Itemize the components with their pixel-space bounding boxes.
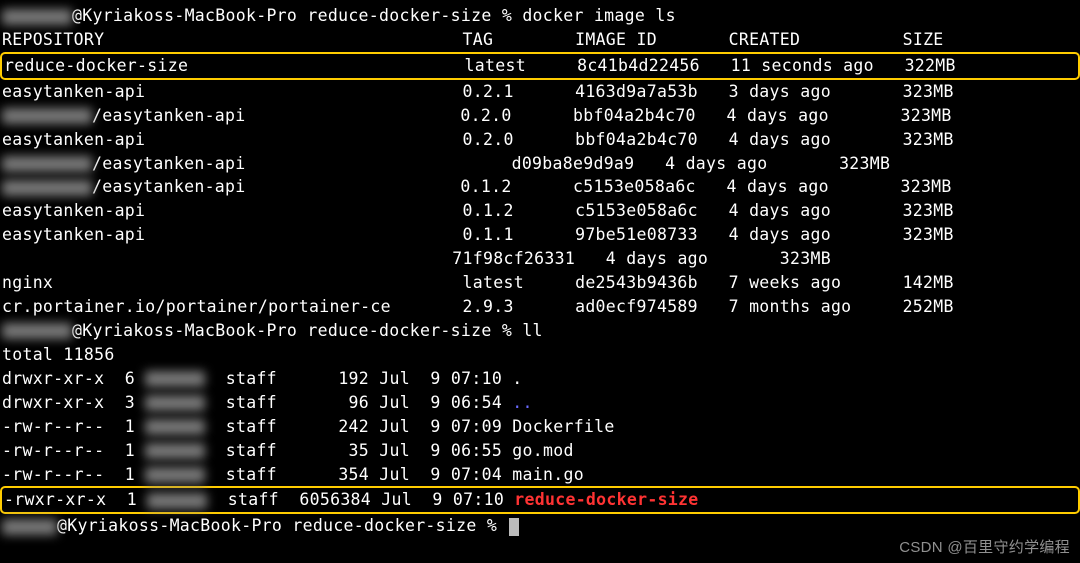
prompt-sep: % xyxy=(487,516,497,535)
table-row: easytanken-api 0.2.0 bbf04a2b4c70 4 days… xyxy=(0,128,1080,152)
command-text: docker image ls xyxy=(522,6,676,25)
prompt-line-3: @Kyriakoss-MacBook-Pro reduce-docker-siz… xyxy=(0,514,1080,538)
table-row: easytanken-api 0.1.2 c5153e058a6c 4 days… xyxy=(0,199,1080,223)
table-row: cr.portainer.io/portainer/portainer-ce 2… xyxy=(0,295,1080,319)
table-row: /easytanken-api d09ba8e9d9a9 4 days ago … xyxy=(0,152,1080,176)
prompt-dir: reduce-docker-size xyxy=(307,6,491,25)
list-item: drwxr-xr-x 6 staff 192 Jul 9 07:10 . xyxy=(0,367,1080,391)
col-tag: TAG xyxy=(463,30,494,49)
prompt-sep: % xyxy=(502,321,512,340)
col-repository: REPOSITORY xyxy=(2,30,104,49)
list-item: drwxr-xr-x 3 staff 96 Jul 9 06:54 .. xyxy=(0,391,1080,415)
prompt-dir: reduce-docker-size xyxy=(307,321,491,340)
table-row: reduce-docker-size latest 8c41b4d22456 1… xyxy=(0,52,1080,80)
table-row: /easytanken-api 0.1.2 c5153e058a6c 4 day… xyxy=(0,175,1080,199)
prompt-dir: reduce-docker-size xyxy=(292,516,476,535)
table-row: easytanken-api 0.1.1 97be51e08733 4 days… xyxy=(0,223,1080,247)
table-row: nginx latest de2543b9436b 7 weeks ago 14… xyxy=(0,271,1080,295)
col-created: CREATED xyxy=(729,30,801,49)
prompt-sep: % xyxy=(502,6,512,25)
col-size: SIZE xyxy=(903,30,944,49)
terminal-output: @Kyriakoss-MacBook-Pro reduce-docker-siz… xyxy=(0,4,1080,538)
prompt-host: @Kyriakoss-MacBook-Pro xyxy=(57,516,282,535)
prompt-line-2: @Kyriakoss-MacBook-Pro reduce-docker-siz… xyxy=(0,319,1080,343)
command-text: ll xyxy=(522,321,542,340)
col-imageid: IMAGE ID xyxy=(575,30,657,49)
table-row: 71f98cf26331 4 days ago 323MB xyxy=(0,247,1080,271)
watermark: CSDN @百里守约学编程 xyxy=(899,537,1070,559)
prompt-host: @Kyriakoss-MacBook-Pro xyxy=(72,321,297,340)
list-item: -rw-r--r-- 1 staff 242 Jul 9 07:09 Docke… xyxy=(0,415,1080,439)
cursor[interactable] xyxy=(509,518,519,536)
prompt-host: @Kyriakoss-MacBook-Pro xyxy=(72,6,297,25)
table-row: easytanken-api 0.2.1 4163d9a7a53b 3 days… xyxy=(0,80,1080,104)
total-line: total 11856 xyxy=(0,343,1080,367)
list-item: -rw-r--r-- 1 staff 354 Jul 9 07:04 main.… xyxy=(0,463,1080,487)
list-item: -rw-r--r-- 1 staff 35 Jul 9 06:55 go.mod xyxy=(0,439,1080,463)
table-header: REPOSITORY TAG IMAGE ID CREATED SIZE xyxy=(0,28,1080,52)
list-item: -rwxr-xr-x 1 staff 6056384 Jul 9 07:10 r… xyxy=(0,486,1080,514)
prompt-line-1: @Kyriakoss-MacBook-Pro reduce-docker-siz… xyxy=(0,4,1080,28)
table-row: /easytanken-api 0.2.0 bbf04a2b4c70 4 day… xyxy=(0,104,1080,128)
